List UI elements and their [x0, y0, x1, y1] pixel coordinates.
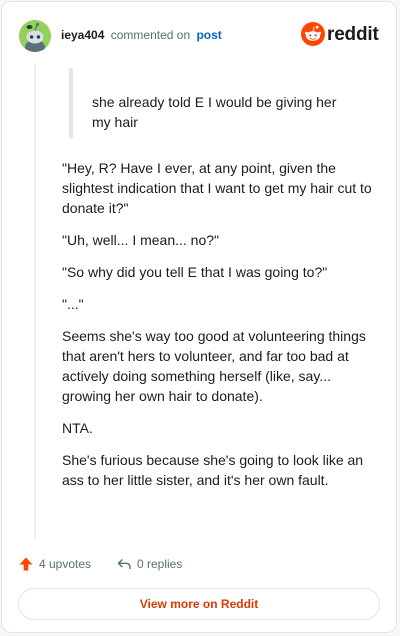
comment-paragraph: "So why did you tell E that I was going …	[62, 264, 328, 280]
action-text: commented on	[110, 28, 191, 42]
upvote-count: 4 upvotes	[39, 557, 92, 571]
reddit-wordmark: reddit	[327, 24, 379, 45]
user-avatar-icon[interactable]	[19, 20, 51, 52]
reply-arrow-icon	[117, 559, 131, 569]
reddit-logo-icon	[301, 22, 325, 51]
upvote-button[interactable]: 4 upvotes	[18, 556, 91, 572]
comment-paragraph: "Uh, well... I mean... no?"	[62, 232, 220, 248]
upvote-arrow-icon	[19, 557, 33, 571]
comment-embed-card: ieya404 commented on post reddit she alr…	[1, 1, 397, 633]
comment-paragraph: "Hey, R? Have I ever, at any point, give…	[62, 160, 372, 216]
view-more-button[interactable]: View more on Reddit	[18, 588, 380, 620]
username-link[interactable]: ieya404	[61, 28, 104, 42]
quote-block: she already told E I would be giving her…	[69, 68, 352, 138]
replies-button[interactable]: 0 replies	[116, 556, 182, 572]
comment-header: ieya404 commented on post reddit	[18, 18, 380, 54]
thread-line	[34, 64, 36, 539]
comment-paragraph: She's furious because she's going to loo…	[62, 452, 364, 488]
comment-paragraph: "..."	[62, 296, 84, 312]
comment-paragraph: NTA.	[62, 420, 93, 436]
comment-meta: ieya404 commented on post	[61, 27, 222, 43]
reply-count: 0 replies	[137, 557, 183, 571]
comment-paragraph: Seems she's way too good at volunteering…	[62, 328, 366, 404]
quote-text: she already told E I would be giving her…	[92, 94, 337, 130]
post-link[interactable]: post	[196, 28, 221, 42]
comment-footer: 4 upvotes 0 replies	[18, 554, 380, 576]
comment-body: she already told E I would be giving her…	[62, 68, 378, 490]
